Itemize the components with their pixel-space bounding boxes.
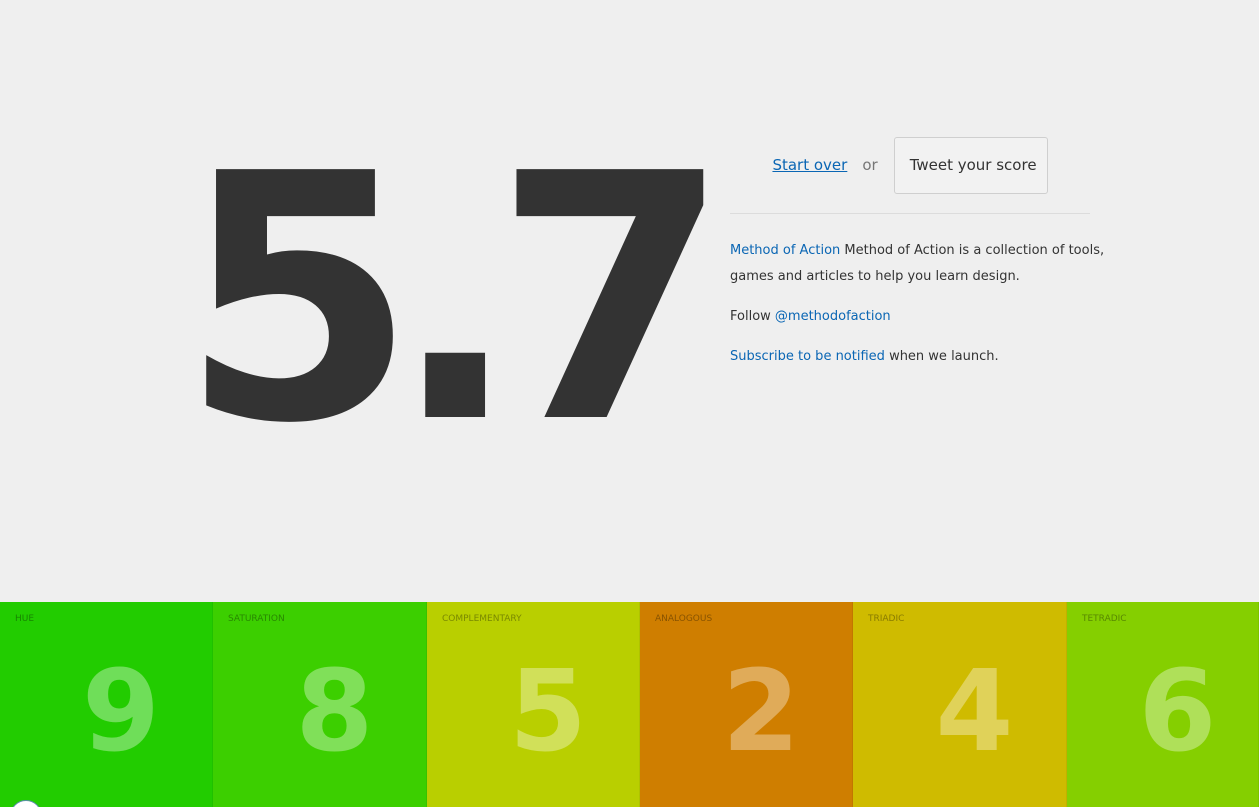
category-scores: HUE 9 SATURATION 8 COMPLEMENTARY 5 ANALO… [0, 602, 1259, 807]
score-actions: Start over or Tweet your score [730, 136, 1090, 194]
tile-hue: HUE 9 [0, 602, 213, 807]
tile-score: 4 [935, 647, 1014, 777]
subscribe-paragraph: Subscribe to be notified when we launch. [730, 344, 1110, 370]
or-separator: or [862, 156, 878, 174]
tile-tetradic: TETRADIC 6 [1067, 602, 1259, 807]
follow-paragraph: Follow @methodofaction [730, 304, 1110, 330]
tile-label: TRIADIC [868, 614, 905, 624]
tile-label: ANALOGOUS [655, 614, 713, 624]
twitter-handle-link[interactable]: @methodofaction [775, 309, 891, 324]
tile-score: 2 [722, 647, 800, 777]
info-panel: Method of Action Method of Action is a c… [730, 238, 1110, 384]
tile-score: 5 [509, 647, 587, 777]
tweet-score-button[interactable]: Tweet your score [893, 136, 1048, 194]
results-page: 5.7 Start over or Tweet your score Metho… [0, 0, 1259, 807]
tile-score: 6 [1138, 647, 1217, 777]
tile-saturation: SATURATION 8 [213, 602, 427, 807]
follow-label: Follow [730, 309, 771, 324]
tile-label: SATURATION [228, 614, 285, 624]
tile-label: COMPLEMENTARY [442, 614, 522, 624]
subscribe-link[interactable]: Subscribe to be notified [730, 349, 885, 364]
start-over-link[interactable]: Start over [772, 156, 847, 174]
about-paragraph: Method of Action Method of Action is a c… [730, 238, 1110, 290]
method-of-action-link[interactable]: Method of Action [730, 243, 840, 258]
tile-analogous: ANALOGOUS 2 [640, 602, 853, 807]
overall-score: 5.7 [180, 102, 730, 498]
subscribe-suffix: when we launch. [889, 349, 999, 364]
divider [730, 213, 1090, 214]
tile-score: 9 [82, 647, 160, 777]
tile-score: 8 [295, 647, 374, 777]
tile-label: HUE [15, 614, 35, 624]
tile-complementary: COMPLEMENTARY 5 [427, 602, 640, 807]
tile-label: TETRADIC [1082, 614, 1127, 624]
tile-triadic: TRIADIC 4 [853, 602, 1067, 807]
